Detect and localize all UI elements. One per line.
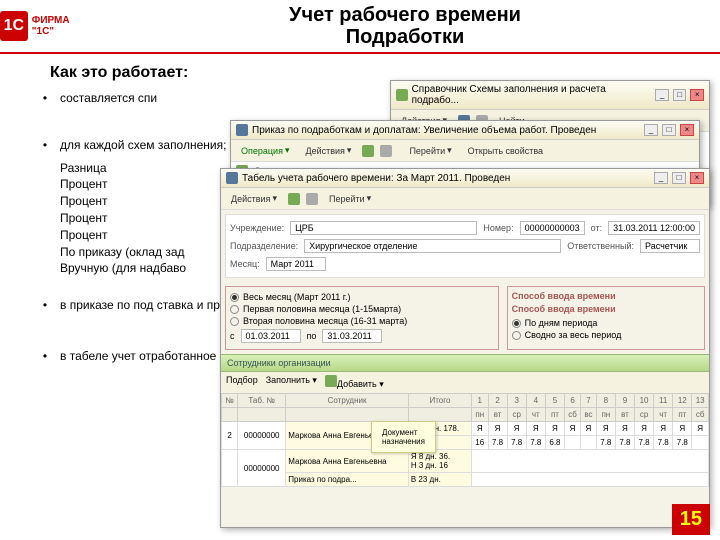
radio-whole-month[interactable]: Весь месяц (Март 2011 г.) [230, 291, 494, 303]
header-fields: Учреждение: ЦРБ Номер: 00000000003 от: 3… [225, 214, 705, 278]
radio-by-days[interactable]: По дням периода [512, 317, 700, 329]
actions-menu[interactable]: Действия ▾ [226, 191, 282, 206]
radio-second-half[interactable]: Вторая половина месяца (16-31 марта) [230, 315, 494, 327]
maximize-button[interactable]: □ [672, 172, 686, 184]
tab-operation[interactable]: Операция ▾ [236, 143, 294, 158]
resp-field[interactable]: Расчетчик [640, 239, 700, 253]
table-row[interactable]: 200000000 Маркова Анна Евгеньевна Я 22 д… [222, 422, 709, 436]
table-row[interactable]: 00000000 Маркова Анна Евгеньевна Я 8 дн.… [222, 450, 709, 473]
titlebar[interactable]: Приказ по подработкам и доплатам: Увелич… [231, 121, 699, 140]
maximize-button[interactable]: □ [662, 124, 676, 136]
titlebar[interactable]: Справочник Схемы заполнения и расчета по… [391, 81, 709, 110]
add-button[interactable]: Добавить ▾ [325, 375, 384, 390]
period-group: Весь месяц (Март 2011 г.) Первая половин… [225, 286, 499, 350]
brand-text: ФИРМА "1С" [32, 15, 90, 37]
radio-summary[interactable]: Сводно за весь период [512, 329, 700, 341]
window-timesheet[interactable]: Табель учета рабочего времени: За Март 2… [220, 168, 710, 528]
toolbar: Действия ▾ Перейти ▾ [221, 188, 709, 210]
org-label: Учреждение: [230, 223, 284, 233]
window-icon [226, 172, 238, 184]
page-header: 1C ФИРМА "1С" Учет рабочего времени Подр… [0, 0, 720, 54]
minimize-button[interactable]: _ [644, 124, 658, 136]
date-field[interactable]: 31.03.2011 12:00:00 [608, 221, 700, 235]
date-label: от: [591, 223, 602, 233]
post-icon[interactable] [380, 145, 392, 157]
window-icon [396, 89, 408, 101]
close-button[interactable]: × [680, 124, 694, 136]
num-label: Номер: [483, 223, 513, 233]
select-button[interactable]: Подбор [226, 375, 258, 390]
page-title: Учет рабочего времени Подработки [90, 4, 720, 48]
plus-icon [325, 375, 337, 387]
logo-icon: 1C [0, 11, 28, 41]
close-button[interactable]: × [690, 172, 704, 184]
close-button[interactable]: × [690, 89, 704, 101]
goto-link[interactable]: Перейти ▾ [404, 143, 456, 158]
maximize-button[interactable]: □ [673, 89, 687, 101]
mode-title: Способ ввода времени [512, 291, 700, 301]
window-title: Табель учета рабочего времени: За Март 2… [242, 173, 510, 184]
dept-label: Подразделение: [230, 241, 298, 251]
actions-menu[interactable]: Действия ▾ [300, 143, 356, 158]
employees-section-title: Сотрудники организации [221, 354, 709, 372]
save-icon[interactable] [362, 145, 374, 157]
toolbar: Операция ▾ Действия ▾ Перейти ▾ Открыть … [231, 140, 699, 162]
tooltip-doc: Документназначения [371, 421, 436, 453]
fill-button[interactable]: Заполнить ▾ [266, 375, 317, 390]
minimize-button[interactable]: _ [654, 172, 668, 184]
employees-toolbar: Подбор Заполнить ▾ Добавить ▾ [221, 372, 709, 393]
titlebar[interactable]: Табель учета рабочего времени: За Март 2… [221, 169, 709, 188]
timesheet-grid[interactable]: №Таб. №СотрудникИтого 1234 567 891011 12… [221, 393, 709, 487]
dept-field[interactable]: Хирургическое отделение [304, 239, 561, 253]
minimize-button[interactable]: _ [655, 89, 669, 101]
post-icon[interactable] [306, 193, 318, 205]
window-title: Приказ по подработкам и доплатам: Увелич… [252, 125, 596, 136]
props-link[interactable]: Открыть свойства [463, 144, 548, 158]
window-icon [236, 124, 248, 136]
brand-logo: 1C ФИРМА "1С" [0, 6, 90, 46]
org-field[interactable]: ЦРБ [290, 221, 477, 235]
goto-link[interactable]: Перейти ▾ [324, 191, 376, 206]
month-label: Месяц: [230, 259, 260, 269]
month-field[interactable]: Март 2011 [266, 257, 326, 271]
date-to[interactable]: 31.03.2011 [322, 329, 382, 343]
window-title: Справочник Схемы заполнения и расчета по… [412, 84, 648, 106]
num-field[interactable]: 00000000003 [520, 221, 585, 235]
table-row[interactable]: Приказ по подра... В 23 дн. [222, 473, 709, 487]
resp-label: Ответственный: [567, 241, 634, 251]
save-icon[interactable] [288, 193, 300, 205]
page-number: 15 [672, 504, 710, 535]
date-from[interactable]: 01.03.2011 [241, 329, 301, 343]
radio-first-half[interactable]: Первая половина месяца (1-15марта) [230, 303, 494, 315]
input-mode-group: Способ ввода времени Способ ввода времен… [507, 286, 705, 350]
